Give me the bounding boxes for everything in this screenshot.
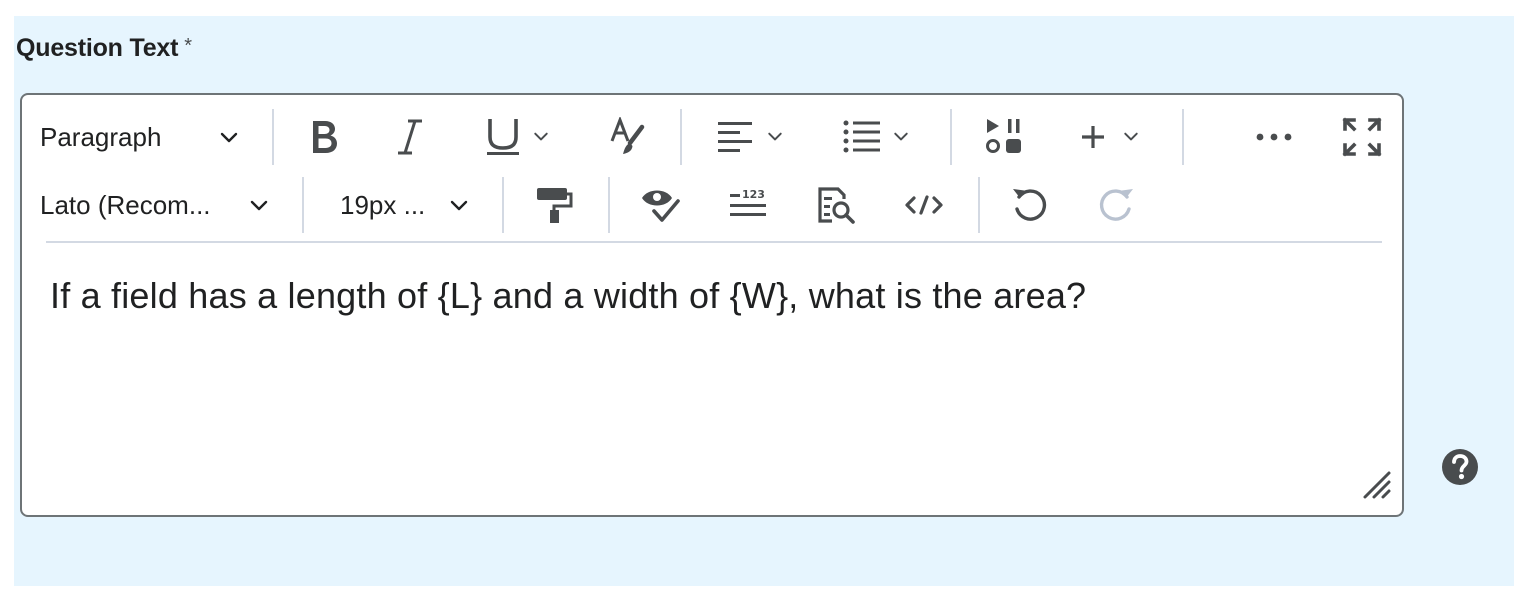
accessibility-checker-button[interactable]	[636, 181, 684, 229]
toolbar-separator	[608, 177, 610, 233]
insert-media-icon	[984, 117, 1024, 157]
undo-button[interactable]	[1006, 181, 1054, 229]
text-color-button[interactable]	[604, 113, 652, 161]
svg-text:123: 123	[742, 188, 765, 201]
resize-handle-icon[interactable]	[1362, 470, 1392, 505]
align-left-icon	[716, 119, 754, 155]
underline-button[interactable]	[478, 113, 568, 161]
bold-icon	[307, 118, 341, 156]
chevron-down-icon	[892, 128, 910, 146]
toolbar-divider	[46, 241, 1382, 243]
chevron-down-icon	[248, 195, 270, 217]
fullscreen-button[interactable]	[1338, 113, 1386, 161]
italic-button[interactable]	[386, 113, 434, 161]
fullscreen-icon	[1342, 117, 1382, 157]
redo-button[interactable]	[1092, 181, 1140, 229]
required-marker: *	[184, 35, 192, 57]
redo-icon	[1096, 185, 1136, 225]
toolbar-separator	[978, 177, 980, 233]
toolbar-separator	[680, 109, 682, 165]
toolbar-separator	[1182, 109, 1184, 165]
block-format-dropdown[interactable]: Paragraph	[40, 113, 250, 161]
italic-icon	[395, 118, 425, 156]
text-color-icon	[608, 117, 648, 157]
chevron-down-icon	[532, 128, 550, 146]
accessibility-checker-icon	[640, 185, 680, 225]
bulleted-list-icon	[842, 118, 882, 156]
more-icon	[1254, 132, 1294, 142]
insert-media-button[interactable]	[980, 113, 1028, 161]
editor-content[interactable]: If a field has a length of {L} and a wid…	[50, 275, 1086, 317]
word-count-icon: 123	[728, 185, 768, 225]
undo-icon	[1010, 185, 1050, 225]
list-dropdown-button[interactable]	[838, 113, 928, 161]
find-replace-button[interactable]	[812, 181, 860, 229]
find-replace-icon	[816, 185, 856, 225]
align-dropdown-button[interactable]	[712, 113, 800, 161]
underline-icon	[484, 117, 524, 157]
field-label: Question Text *	[16, 34, 192, 63]
insert-dropdown-button[interactable]	[1078, 113, 1158, 161]
chevron-down-icon	[766, 128, 784, 146]
field-label-text: Question Text	[16, 34, 179, 62]
rich-text-editor: Paragraph Lato (Recom... 19px ... 123 If…	[20, 93, 1404, 517]
toolbar-separator	[502, 177, 504, 233]
source-code-icon	[904, 193, 944, 217]
chevron-down-icon	[448, 195, 470, 217]
plus-icon	[1078, 122, 1108, 152]
font-size-value: 19px ...	[340, 189, 426, 220]
font-family-dropdown[interactable]: Lato (Recom...	[40, 181, 280, 229]
help-icon[interactable]	[1441, 448, 1479, 486]
toolbar-separator	[302, 177, 304, 233]
word-count-button[interactable]: 123	[724, 181, 772, 229]
block-format-value: Paragraph	[40, 121, 162, 152]
bold-button[interactable]	[300, 113, 348, 161]
chevron-down-icon	[218, 127, 240, 149]
more-button[interactable]	[1250, 113, 1298, 161]
chevron-down-icon	[1122, 128, 1140, 146]
format-painter-icon	[534, 185, 574, 225]
font-size-dropdown[interactable]: 19px ...	[340, 181, 480, 229]
toolbar-separator	[272, 109, 274, 165]
source-code-button[interactable]	[900, 181, 948, 229]
toolbar-separator	[950, 109, 952, 165]
font-family-value: Lato (Recom...	[40, 189, 211, 220]
format-painter-button[interactable]	[530, 181, 578, 229]
